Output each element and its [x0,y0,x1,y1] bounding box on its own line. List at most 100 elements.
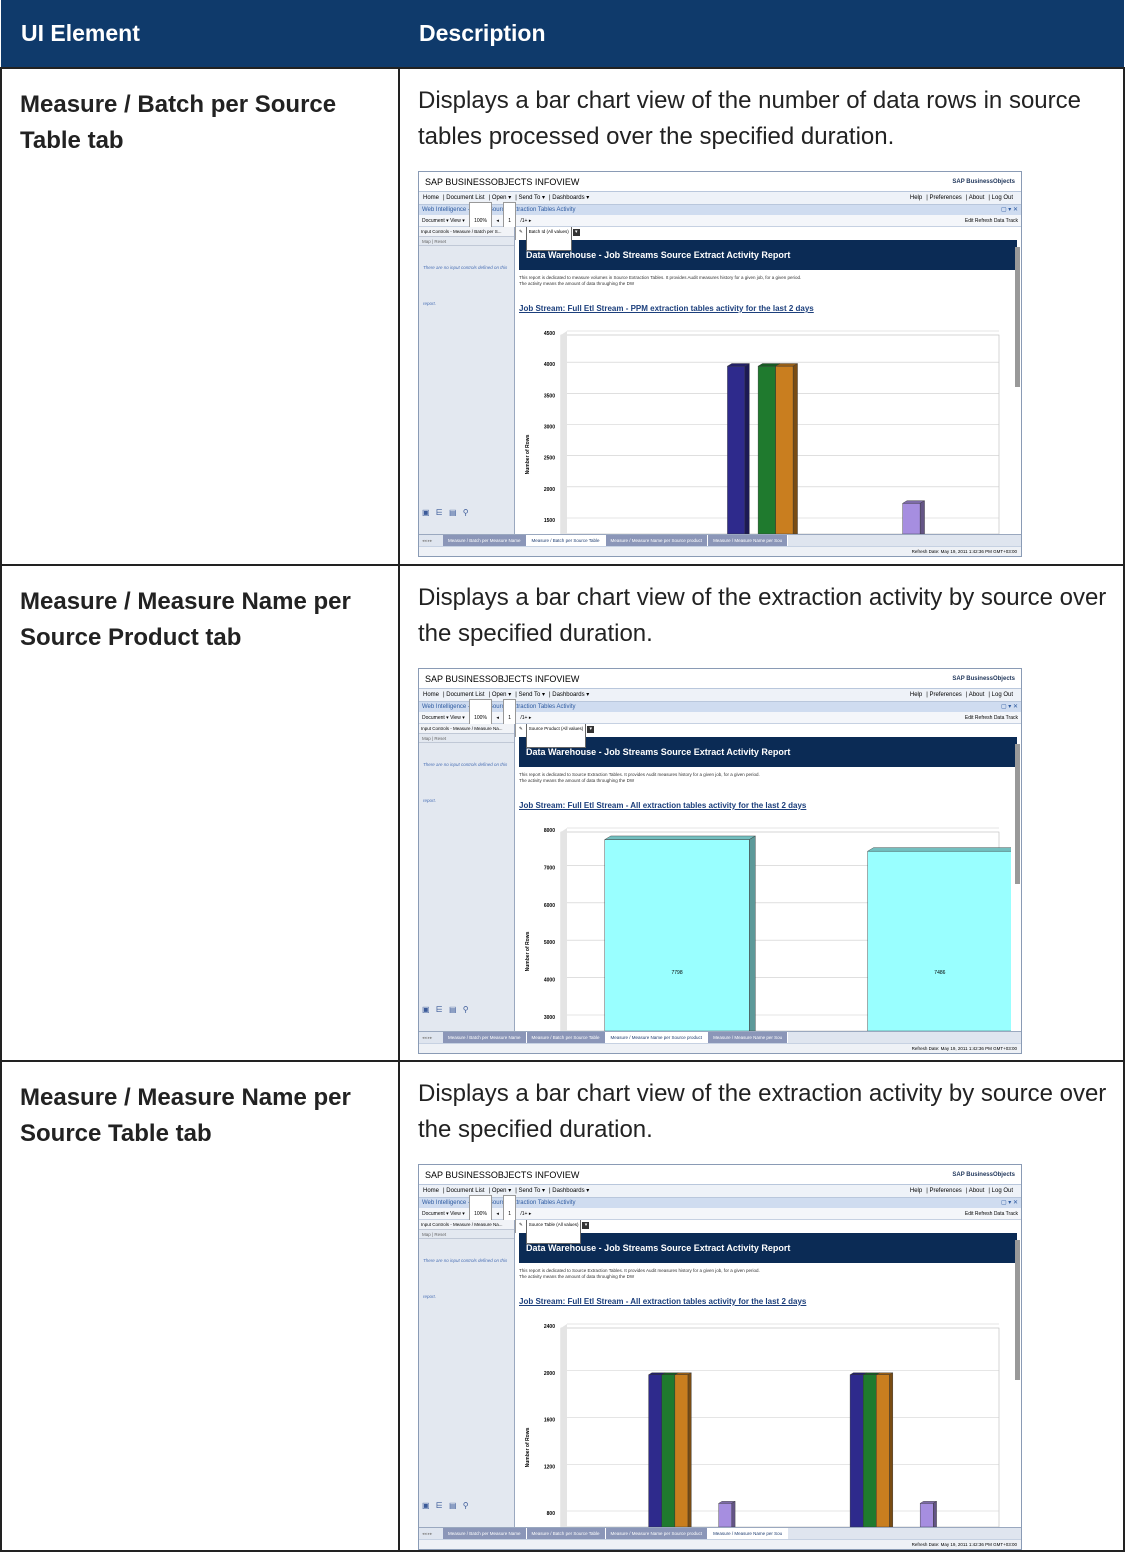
bar-side [687,1372,692,1527]
ui-element-cell: Measure / Batch per Source Table tab [0,67,400,566]
refresh-date-status: Refresh Date: May 19, 2011 1:42:36 PM GM… [419,546,1021,556]
document-menu[interactable]: Document ▾ View ▾ [422,715,465,721]
no-input-controls-message: There are no input controls defined on t… [423,762,508,803]
y-tick-label: 3000 [544,1015,555,1021]
tab-measure-name-per-source-table[interactable]: Measure / Measure Name per Sou [708,1032,789,1043]
y-tick-label: 4500 [544,331,555,337]
bar-side [933,1500,937,1527]
scrollbar-thumb[interactable] [1015,744,1020,884]
y-axis-label: Number of Rows [525,434,531,474]
chevron-down-icon[interactable]: ▾ [582,1221,590,1229]
tab-batch-per-measure-name[interactable]: Measure / Batch per Measure Name [443,1032,527,1043]
bar [876,1374,890,1527]
webi-toolbar: Document ▾ View ▾ 100% ◂ 1 /1+ ▸ Edit Re… [419,201,1021,240]
left-pane-tool-icons[interactable]: ▣ ⋿ ▤ ⚲ [422,495,471,531]
page-total: /1+ [520,714,528,721]
help-link[interactable]: Help [910,692,922,698]
input-controls-pane: Input Controls - Measure / Measure Na...… [419,1220,515,1527]
bar-top [604,835,757,840]
tab-measure-name-per-source-product[interactable]: Measure / Measure Name per Source produc… [605,1032,709,1043]
scrollbar-thumb[interactable] [1015,247,1020,387]
webi-toolbar: Document ▾ View ▾ 100% ◂ 1 /1+ ▸ Edit Re… [419,698,1021,737]
col-header-ui-element: UI Element [1,0,399,68]
preferences-link[interactable]: Preferences [929,692,961,698]
page-next-icon[interactable]: ▸ [529,1211,532,1217]
map-reset-links[interactable]: Map | Reset [419,734,514,743]
tab-batch-per-measure-name[interactable]: Measure / Batch per Measure Name [443,1528,527,1539]
description-text: Displays a bar chart view of the number … [418,87,1081,150]
preferences-link[interactable]: Preferences [929,1188,961,1194]
bar [604,839,750,1031]
page-prev-icon[interactable]: ◂ [496,1211,499,1217]
help-link[interactable]: Help [910,1188,922,1194]
bar [661,1374,676,1527]
bar [867,851,1011,1031]
page-next-icon[interactable]: ▸ [529,715,532,721]
ui-element-cell: Measure / Measure Name per Source Produc… [0,564,400,1062]
bar [757,365,776,534]
plot-area [560,1327,1000,1527]
tab-batch-per-source-table[interactable]: Measure / Batch per Source Table [526,1528,606,1539]
plot-wall [561,331,567,534]
report-description-line: The activity means the amount of data th… [519,778,635,783]
ui-element-cell: Measure / Measure Name per Source Table … [0,1060,400,1552]
about-link[interactable]: About [969,1188,985,1194]
description-cell: Displays a bar chart view of the extract… [398,1060,1125,1552]
document-menu[interactable]: Document ▾ View ▾ [422,218,465,224]
y-tick-label: 2400 [544,1324,555,1330]
y-tick-label: 1600 [544,1418,555,1424]
report-header: Data Warehouse - Job Streams Source Extr… [519,737,1017,767]
no-input-controls-message: There are no input controls defined on t… [423,1258,508,1299]
tab-batch-per-source-table[interactable]: Measure / Batch per Source Table [526,1032,606,1043]
report-area: ✎ Source Table (All values) ▾ Data Wareh… [515,1220,1021,1527]
preferences-link[interactable]: Preferences [929,195,961,201]
tab-batch-per-source-table[interactable]: Measure / Batch per Source Table [526,535,606,546]
report-filter-bar: ✎ Source Product (All values) ▾ [515,724,1021,748]
sap-infoview-screenshot: SAP BUSINESSOBJECTS INFOVIEW SAP Busines… [418,668,1022,1054]
chevron-down-icon[interactable]: ▾ [587,725,595,733]
scrollbar-thumb[interactable] [1015,1240,1020,1380]
description-cell: Displays a bar chart view of the extract… [398,564,1125,1062]
tab-measure-name-per-source-product[interactable]: Measure / Measure Name per Source produc… [605,1528,709,1539]
tab-batch-per-measure-name[interactable]: Measure / Batch per Measure Name [443,535,527,546]
page-prev-icon[interactable]: ◂ [496,218,499,224]
no-input-controls-message: There are no input controls defined on t… [423,265,508,306]
tab-nav-arrows-icon[interactable]: ◂◂ ▸▸ [419,1528,443,1539]
report-area: ✎ Source Product (All values) ▾ Data War… [515,724,1021,1031]
chevron-down-icon[interactable]: ▾ [572,228,580,236]
help-link[interactable]: Help [910,195,922,201]
document-menu[interactable]: Document ▾ View ▾ [422,1211,465,1217]
bar [863,1374,877,1527]
col-header-description: Description [399,0,1124,68]
tab-measure-name-per-source-table[interactable]: Measure / Measure Name per Sou [708,1528,789,1539]
tab-nav-arrows-icon[interactable]: ◂◂ ▸▸ [419,535,443,546]
bar-side [749,835,756,1031]
sap-infoview-screenshot: SAP BUSINESSOBJECTS INFOVIEW SAP Busines… [418,1164,1022,1550]
left-pane-tool-icons[interactable]: ▣ ⋿ ▤ ⚲ [422,1488,471,1524]
about-link[interactable]: About [969,692,985,698]
y-axis-label: Number of Rows [525,1427,531,1467]
ui-element-name: Measure / Batch per Source Table tab [20,91,337,154]
page-prev-icon[interactable]: ◂ [496,715,499,721]
tab-nav-arrows-icon[interactable]: ◂◂ ▸▸ [419,1032,443,1043]
report-header: Data Warehouse - Job Streams Source Extr… [519,240,1017,270]
input-controls-title: Input Controls - Measure / Measure Na... [419,724,514,734]
report-description-line: The activity means the amount of data th… [519,1274,635,1279]
y-tick-label: 800 [547,1511,556,1517]
page-next-icon[interactable]: ▸ [529,218,532,224]
tab-measure-name-per-source-product[interactable]: Measure / Measure Name per Source produc… [605,535,709,546]
map-reset-links[interactable]: Map | Reset [419,237,514,246]
filter-icon: ✎ [519,726,523,731]
bar-chart: 3000 4000 5000 6000 7000 8000 Number of Rows 77… [525,827,1011,1031]
report-description-line: The activity means the amount of data th… [519,281,635,286]
about-link[interactable]: About [969,195,985,201]
bar [718,1503,733,1527]
left-pane-tool-icons[interactable]: ▣ ⋿ ▤ ⚲ [422,992,471,1028]
y-tick-label: 1500 [544,518,555,524]
bar-chart: 800 1200 1600 2000 2400 Number of Rows [525,1323,1000,1527]
report-description: This report is dedicated to Source Extra… [519,772,1017,784]
tab-measure-name-per-source-table[interactable]: Measure / Measure Name per Sou [708,535,789,546]
report-area: ✎ Batch Id (All values) ▾ Data Warehouse… [515,227,1021,534]
map-reset-links[interactable]: Map | Reset [419,1230,514,1239]
bar [849,1374,864,1527]
